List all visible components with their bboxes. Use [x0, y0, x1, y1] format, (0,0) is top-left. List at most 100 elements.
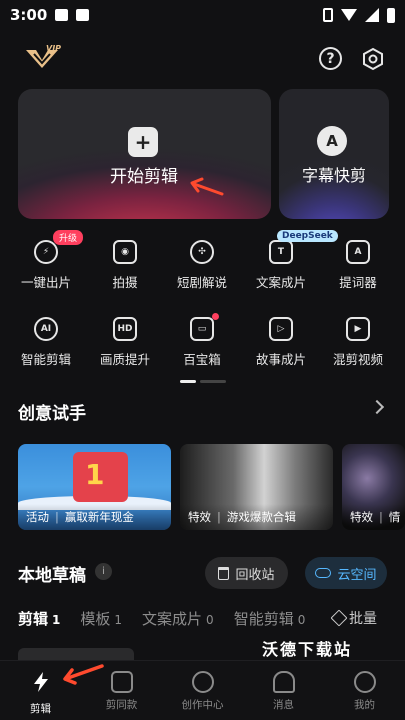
subtitle-edit-card[interactable]: A 字幕快剪: [279, 89, 389, 219]
idea-tag: 特效: [188, 510, 211, 524]
idea-caption: 特效 | 游戏爆款合辑: [180, 504, 333, 530]
creative-title: 创意试手: [18, 404, 86, 424]
tool-prompter[interactable]: A 提词器: [318, 240, 398, 291]
tab-template[interactable]: 模板 1: [80, 608, 122, 629]
nav-label: 创作中心: [181, 699, 224, 711]
idea-text: 情: [388, 510, 401, 524]
cloud-icon: [315, 568, 332, 578]
subtitle-a-icon: A: [317, 126, 347, 156]
tool-toolbox[interactable]: ▭ 百宝箱: [162, 313, 242, 368]
tool-label: 文案成片: [255, 275, 306, 290]
status-bar: 3:00: [0, 0, 405, 30]
tool-one-click[interactable]: ⚡ 升级 一键出片: [6, 230, 86, 291]
play-square-icon: [110, 671, 133, 693]
idea-text: 游戏爆款合辑: [226, 510, 296, 524]
subtitle-edit-label: 字幕快剪: [301, 166, 366, 185]
tool-smart-edit[interactable]: AI 智能剪辑: [6, 317, 86, 368]
lightning-icon: ⚡: [34, 240, 58, 264]
page-indicator: [180, 380, 226, 383]
plus-icon: +: [128, 127, 158, 157]
clapper-icon: ▶: [346, 317, 370, 341]
top-bar: VIP ?: [0, 40, 405, 80]
signal-icon: [365, 8, 379, 22]
draft-tabs: 剪辑 1 模板 1 文案成片 0 智能剪辑 0: [18, 608, 325, 629]
settings-button[interactable]: [361, 47, 385, 71]
bell-icon: [272, 671, 295, 693]
info-icon[interactable]: i: [95, 563, 112, 580]
batch-label: 批量: [349, 611, 377, 627]
nav-creator-center[interactable]: 创作中心: [162, 661, 243, 720]
nav-profile[interactable]: 我的: [324, 661, 405, 720]
notification-icon: [76, 9, 90, 21]
start-edit-card[interactable]: + 开始剪辑: [18, 89, 271, 219]
tool-label: 画质提升: [99, 352, 150, 367]
start-edit-label: 开始剪辑: [110, 167, 178, 187]
tab-text-video[interactable]: 文案成片 0: [142, 608, 214, 629]
trash-icon: [218, 566, 230, 580]
idea-tag: 活动: [26, 510, 49, 524]
text-ai-icon: T: [269, 240, 293, 264]
hd-icon: HD: [113, 317, 137, 341]
idea-card-game[interactable]: 特效 | 游戏爆款合辑: [180, 444, 333, 530]
cloud-space-button[interactable]: 云空间: [305, 557, 387, 589]
vibrate-icon: [323, 8, 333, 22]
chevron-right-icon[interactable]: [369, 399, 385, 415]
wifi-icon: [341, 9, 357, 21]
watermark: 沃德下载站: [262, 640, 353, 659]
idea-tag: 特效: [350, 510, 373, 524]
nav-label: 我的: [354, 699, 375, 711]
toolbox-icon: ▭: [190, 317, 214, 341]
tab-smart-edit[interactable]: 智能剪辑 0: [234, 608, 306, 629]
prompter-icon: A: [346, 240, 370, 264]
page-indicator-active: [180, 380, 196, 383]
bulb-icon: [191, 671, 214, 693]
bolt-icon: [33, 672, 48, 692]
red-arrow-annotation: [63, 664, 104, 685]
idea-text: 赢取新年现金: [64, 510, 134, 524]
smile-icon: [353, 671, 376, 693]
tool-label: 百宝箱: [183, 352, 221, 367]
film-reel-icon: ✣: [190, 240, 214, 264]
status-time: 3:00: [10, 6, 48, 24]
tool-story-video[interactable]: ▷ 故事成片: [241, 317, 321, 368]
tab-edit[interactable]: 剪辑 1: [18, 608, 60, 629]
help-button[interactable]: ?: [319, 47, 342, 70]
idea-card-newyear[interactable]: 1 活动 | 赢取新年现金: [18, 444, 171, 530]
idea-caption: 特效 | 情: [342, 504, 405, 530]
idea-card-partial[interactable]: 特效 | 情: [342, 444, 405, 530]
recycle-bin-button[interactable]: 回收站: [205, 557, 288, 589]
tool-quality-boost[interactable]: HD 画质提升: [85, 317, 165, 368]
idea-caption: 活动 | 赢取新年现金: [18, 504, 171, 530]
tool-label: 提词器: [339, 275, 377, 290]
batch-button[interactable]: 批量: [330, 608, 377, 628]
tool-label: 拍摄: [112, 275, 138, 290]
red-arrow-annotation: [190, 177, 224, 196]
gallery-icon: [55, 9, 69, 21]
tool-mix-video[interactable]: ▶ 混剪视频: [318, 317, 398, 368]
nav-label: 剪辑: [30, 703, 51, 715]
tool-text-to-video[interactable]: T DeepSeek 文案成片: [241, 230, 338, 291]
drafts-title: 本地草稿: [18, 566, 86, 586]
camera-icon: ◉: [113, 240, 137, 264]
tool-label: 故事成片: [255, 352, 306, 367]
ai-circle-icon: AI: [34, 317, 58, 341]
recycle-label: 回收站: [235, 567, 275, 583]
page-indicator-inactive: [200, 380, 226, 383]
nav-messages[interactable]: 消息: [243, 661, 324, 720]
story-play-icon: ▷: [269, 317, 293, 341]
nav-label: 消息: [273, 699, 294, 711]
cloud-label: 云空间: [337, 567, 377, 583]
gift-number: 1: [85, 458, 105, 491]
battery-icon: [387, 7, 395, 23]
tool-label: 短剧解说: [176, 275, 227, 290]
tool-label: 一键出片: [20, 275, 71, 290]
new-dot: [212, 313, 219, 320]
upgrade-badge: 升级: [53, 230, 84, 245]
tool-label: 混剪视频: [332, 352, 383, 367]
vip-badge: VIP: [46, 44, 62, 53]
tool-drama-commentary[interactable]: ✣ 短剧解说: [162, 240, 242, 291]
nav-label: 剪同款: [105, 699, 138, 711]
pencil-icon: [330, 609, 348, 627]
tool-shoot[interactable]: ◉ 拍摄: [85, 240, 165, 291]
tool-label: 智能剪辑: [20, 352, 71, 367]
